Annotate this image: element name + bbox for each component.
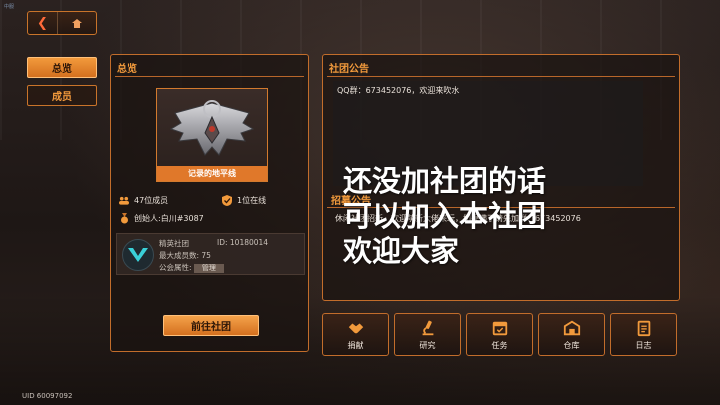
overview-title: 总览 <box>117 64 137 75</box>
back-button[interactable]: ❮ <box>28 12 58 34</box>
log-button[interactable]: 日志 <box>610 313 677 356</box>
club-type: 精英社团 <box>159 239 189 248</box>
club-max-members: 最大成员数: 75 <box>159 251 211 260</box>
research-label: 研究 <box>419 340 436 350</box>
club-info-card: 精英社团 ID: 10180014 最大成员数: 75 公会属性: 管理 <box>116 233 305 275</box>
goto-club-button[interactable]: 前往社团 <box>163 315 259 336</box>
calendar-task-icon <box>492 321 507 335</box>
notice-title: 社团公告 <box>329 64 369 75</box>
log-notebook-icon <box>637 320 650 336</box>
research-button[interactable]: 研究 <box>394 313 461 356</box>
divider <box>327 76 675 77</box>
user-id: UID 60097092 <box>22 392 73 400</box>
overlay-caption: 还没加社团的话 可以加入本社团 欢迎大家 <box>343 164 546 269</box>
overview-panel: 总览 记录的地平线 47位成员 1位在线 创始人:白川#3087 精英社团 ID… <box>110 54 309 352</box>
top-nav-bar: ❮ <box>27 11 97 35</box>
warehouse-button[interactable]: 仓库 <box>538 313 605 356</box>
club-attribute: 公会属性: 管理 <box>159 262 224 273</box>
members-icon <box>119 196 129 206</box>
donate-label: 捐献 <box>347 340 364 350</box>
tab-overview[interactable]: 总览 <box>27 57 97 78</box>
donate-button[interactable]: 捐献 <box>322 313 389 356</box>
club-name-banner: 记录的地平线 <box>157 166 267 181</box>
winged-emblem-icon <box>169 100 255 156</box>
handshake-icon <box>348 323 363 333</box>
overlay-line-3: 欢迎大家 <box>343 234 460 268</box>
founder-info: 创始人:白川#3087 <box>119 213 204 224</box>
club-id: ID: 10180014 <box>217 238 269 247</box>
notice-text: QQ群：673452076，欢迎来吹水 <box>337 86 460 95</box>
online-count: 1位在线 <box>222 195 266 206</box>
overlay-line-1: 还没加社团的话 <box>343 164 547 198</box>
task-button[interactable]: 任务 <box>466 313 533 356</box>
divider <box>115 76 304 77</box>
log-label: 日志 <box>635 340 652 350</box>
online-count-text: 1位在线 <box>237 196 267 205</box>
online-shield-icon <box>222 195 232 206</box>
club-attribute-tag: 管理 <box>193 264 224 273</box>
club-emblem: 记录的地平线 <box>156 88 268 182</box>
microscope-icon <box>422 320 433 335</box>
warehouse-label: 仓库 <box>563 340 580 350</box>
back-arrow-icon: ❮ <box>37 15 48 31</box>
home-button[interactable] <box>58 12 96 34</box>
overlay-line-2: 可以加入本社团 <box>343 199 547 233</box>
member-count-text: 47位成员 <box>134 196 169 205</box>
home-icon <box>72 18 82 28</box>
warehouse-icon <box>563 320 580 335</box>
founder-text: 创始人:白川#3087 <box>134 214 204 223</box>
tab-members[interactable]: 成员 <box>27 85 97 106</box>
club-logo-icon <box>122 239 154 271</box>
club-attribute-label: 公会属性: <box>159 263 192 272</box>
task-label: 任务 <box>491 340 508 350</box>
medal-icon <box>119 213 129 224</box>
corner-tag: 中服 <box>4 4 15 10</box>
member-count: 47位成员 <box>119 195 168 206</box>
